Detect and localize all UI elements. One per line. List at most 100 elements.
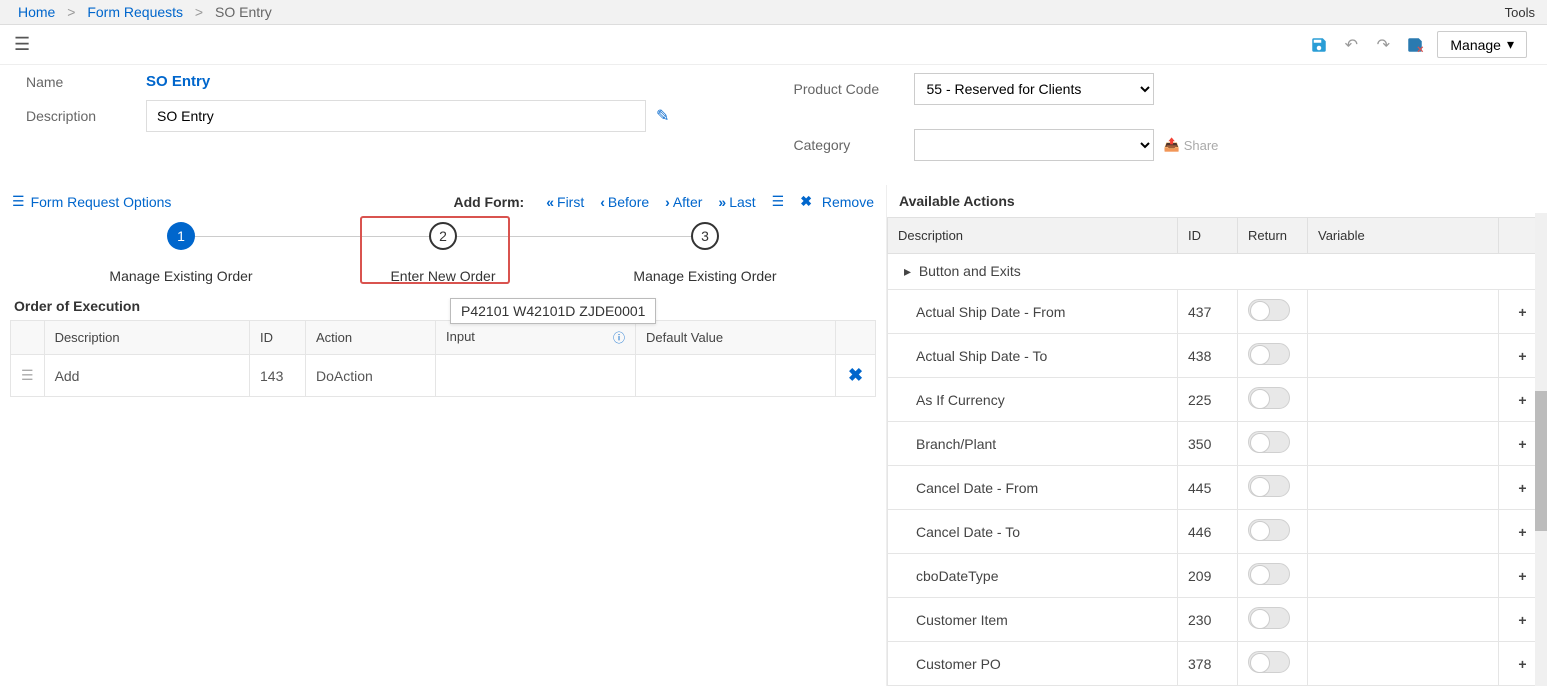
actions-row[interactable]: Customer PO378+ [888,642,1547,686]
redo-icon[interactable]: ↷ [1373,35,1393,55]
action-desc: As If Currency [888,378,1178,422]
right-panel: Available Actions Description ID Return … [887,185,1547,686]
actions-title: Available Actions [887,185,1547,217]
actions-row[interactable]: Actual Ship Date - From437+ [888,290,1547,334]
save-icon[interactable] [1309,35,1329,55]
action-return[interactable] [1238,334,1308,378]
exec-row-id: 143 [250,355,306,397]
action-variable[interactable] [1308,334,1499,378]
action-id: 230 [1178,598,1238,642]
action-return[interactable] [1238,290,1308,334]
menu-icon[interactable]: ☰ [14,34,30,55]
actions-row[interactable]: Actual Ship Date - To438+ [888,334,1547,378]
breadcrumb-home[interactable]: Home [18,4,55,20]
toggle[interactable] [1248,343,1290,365]
exec-row[interactable]: ☰ Add 143 DoAction ✖ [11,355,876,397]
exec-title: Order of Execution [10,292,876,320]
toggle[interactable] [1248,651,1290,673]
action-return[interactable] [1238,554,1308,598]
manage-label: Manage [1450,37,1501,53]
toggle[interactable] [1248,387,1290,409]
drag-icon[interactable]: ☰ [11,355,45,397]
form-request-options[interactable]: ☰ Form Request Options [12,193,171,210]
header-form: Name SO Entry Description ✎ Product Code… [0,65,1547,185]
step-3[interactable]: 3 Manage Existing Order [574,222,836,284]
add-menu[interactable]: ☰ [772,193,785,210]
action-variable[interactable] [1308,510,1499,554]
tools-link[interactable]: Tools [1505,5,1535,20]
action-variable[interactable] [1308,554,1499,598]
exec-row-desc: Add [44,355,249,397]
action-return[interactable] [1238,422,1308,466]
actions-row[interactable]: Branch/Plant350+ [888,422,1547,466]
action-return[interactable] [1238,510,1308,554]
exec-row-default[interactable] [636,355,836,397]
action-desc: Customer PO [888,642,1178,686]
manage-button[interactable]: Manage ▾ [1437,31,1527,58]
actions-row[interactable]: Cancel Date - From445+ [888,466,1547,510]
action-variable[interactable] [1308,642,1499,686]
steps: 1 Manage Existing Order 2 Enter New Orde… [10,214,876,292]
action-id: 209 [1178,554,1238,598]
share-label: Share [1184,138,1219,153]
info-icon[interactable]: ⓘ [613,329,625,346]
product-code-select[interactable]: 55 - Reserved for Clients [914,73,1154,105]
toggle[interactable] [1248,475,1290,497]
action-id: 350 [1178,422,1238,466]
breadcrumb-form-requests[interactable]: Form Requests [87,4,183,20]
chevron-right-icon: > [195,4,203,20]
undo-icon[interactable]: ↶ [1341,35,1361,55]
action-variable[interactable] [1308,422,1499,466]
actions-row[interactable]: Cancel Date - To446+ [888,510,1547,554]
category-select[interactable] [914,129,1154,161]
toggle[interactable] [1248,299,1290,321]
add-first[interactable]: «First [546,194,584,210]
add-form-label: Add Form: [453,194,524,210]
exec-row-input[interactable] [436,355,636,397]
actions-row[interactable]: As If Currency225+ [888,378,1547,422]
exec-col-id: ID [250,321,306,355]
description-label: Description [26,108,146,124]
action-return[interactable] [1238,642,1308,686]
toggle[interactable] [1248,519,1290,541]
svg-text:✕: ✕ [1417,44,1425,54]
breadcrumb-current: SO Entry [215,4,272,20]
pencil-icon[interactable]: ✎ [656,106,669,126]
action-id: 445 [1178,466,1238,510]
actions-col-variable: Variable [1308,218,1499,254]
actions-col-return: Return [1238,218,1308,254]
step-3-label: Manage Existing Order [574,268,836,284]
step-1-number: 1 [167,222,195,250]
actions-group-row[interactable]: ▸ Button and Exits [888,254,1547,290]
step-1[interactable]: 1 Manage Existing Order [50,222,312,284]
share-button[interactable]: 📤 Share [1164,137,1219,153]
form-options-label: Form Request Options [31,194,172,210]
toggle[interactable] [1248,607,1290,629]
action-return[interactable] [1238,466,1308,510]
remove-button[interactable]: ✖ Remove [800,193,874,210]
toggle[interactable] [1248,431,1290,453]
delete-icon[interactable]: ✕ [1405,35,1425,55]
exec-table: Description ID Action Inputⓘ Default Val… [10,320,876,397]
actions-row[interactable]: Customer Item230+ [888,598,1547,642]
scrollbar-thumb[interactable] [1535,391,1547,531]
row-remove-icon[interactable]: ✖ [836,355,876,397]
action-variable[interactable] [1308,466,1499,510]
name-value[interactable]: SO Entry [146,73,210,90]
toggle[interactable] [1248,563,1290,585]
exec-col-input: Inputⓘ [436,321,636,355]
actions-row[interactable]: cboDateType209+ [888,554,1547,598]
action-variable[interactable] [1308,378,1499,422]
action-desc: Cancel Date - From [888,466,1178,510]
description-input[interactable] [146,100,646,132]
action-return[interactable] [1238,598,1308,642]
add-last[interactable]: »Last [718,194,755,210]
action-variable[interactable] [1308,598,1499,642]
add-before[interactable]: ‹Before [600,194,649,210]
actions-group-label: Button and Exits [919,263,1021,279]
action-return[interactable] [1238,378,1308,422]
action-variable[interactable] [1308,290,1499,334]
add-after[interactable]: ›After [665,194,702,210]
toolbar: ☰ ↶ ↷ ✕ Manage ▾ [0,25,1547,65]
action-id: 438 [1178,334,1238,378]
